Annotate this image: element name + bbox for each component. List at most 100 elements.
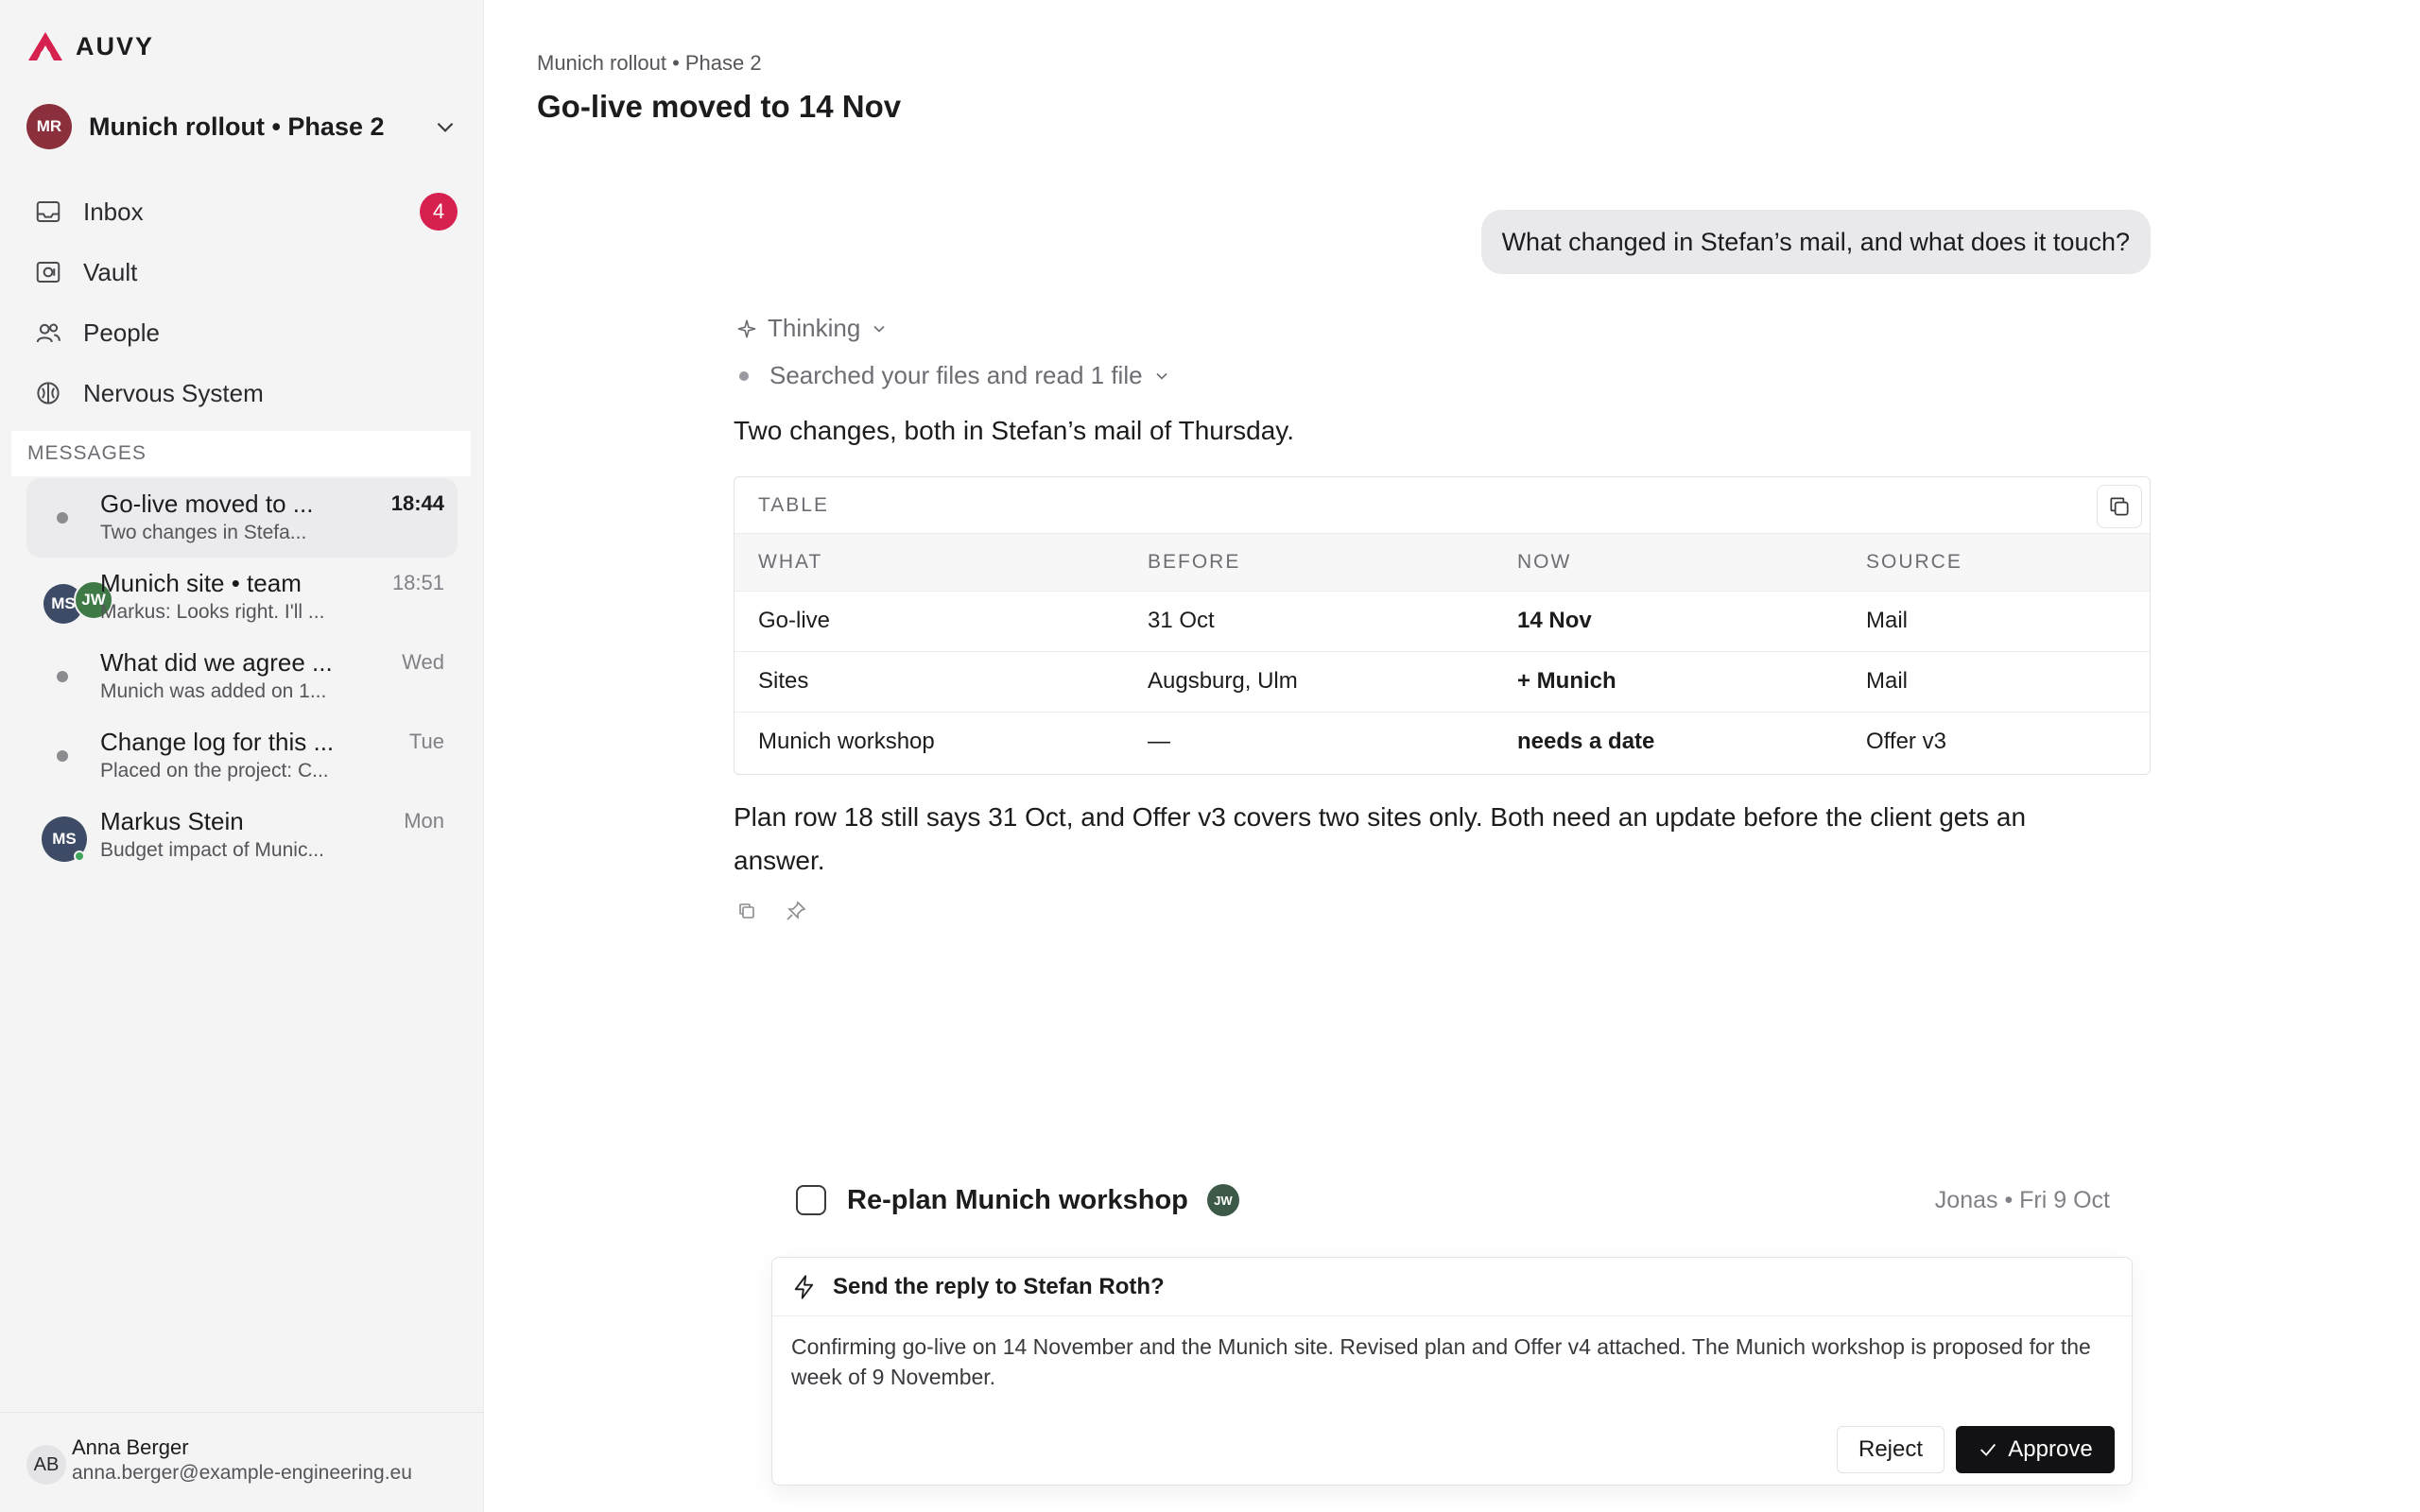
reject-button[interactable]: Reject <box>1837 1426 1945 1473</box>
message-time: Mon <box>404 809 444 833</box>
table-row: Go-live 31 Oct 14 Nov Mail <box>735 591 2150 652</box>
sidebar-item-label: Nervous System <box>83 378 264 407</box>
project-name: Munich rollout • Phase 2 <box>89 112 385 141</box>
current-user[interactable]: AB Anna Berger anna.berger@example-engin… <box>0 1412 484 1512</box>
task-item: Re-plan Munich workshop JW Jonas • Fri 9… <box>796 1174 2110 1227</box>
step-dot <box>739 370 749 381</box>
table-cell: Mail <box>1866 591 2150 652</box>
table-cell: Munich workshop <box>758 729 935 755</box>
inbox-icon <box>36 201 60 222</box>
sidebar: AUVY MR Munich rollout • Phase 2 Inbox 4… <box>0 0 484 1512</box>
column-header: SOURCE <box>1866 534 2150 592</box>
message-preview: Two changes in Stefa... <box>100 522 307 543</box>
breadcrumb[interactable]: Munich rollout • Phase 2 <box>537 51 762 76</box>
approval-card: Send the reply to Stefan Roth? Confirmin… <box>771 1257 2133 1486</box>
table-cell: + Munich <box>1517 651 1866 713</box>
message-preview: Markus: Looks right. I'll ... <box>100 601 325 623</box>
sparkle-icon <box>737 319 756 337</box>
table-cell: Offer v3 <box>1866 729 1946 755</box>
user-message-bubble: What changed in Stefan’s mail, and what … <box>1480 210 2151 274</box>
sidebar-item-inbox[interactable]: Inbox 4 <box>34 181 458 242</box>
page-title: Go-live moved to 14 Nov <box>537 89 902 124</box>
task-checkbox[interactable] <box>796 1185 826 1215</box>
answer-intro: Two changes, both in Stefan’s mail of Th… <box>734 416 1295 445</box>
message-preview: Budget impact of Munic... <box>100 839 324 861</box>
approval-body: Confirming go-live on 14 November and th… <box>791 1334 2091 1389</box>
message-item[interactable]: What did we agree ... Munich was added o… <box>26 637 458 716</box>
project-switcher[interactable]: MR Munich rollout • Phase 2 <box>26 102 458 151</box>
table-cell: — <box>1148 729 1170 755</box>
message-item[interactable]: Change log for this ... Placed on the pr… <box>26 716 458 796</box>
copy-table-button[interactable] <box>2097 485 2142 528</box>
column-header: BEFORE <box>1148 534 1517 592</box>
copy-icon <box>2110 497 2129 516</box>
assignee-avatar: JW <box>1206 1184 1239 1216</box>
approval-header: Send the reply to Stefan Roth? <box>772 1258 2132 1316</box>
message-title: Munich site • team <box>100 569 302 597</box>
message-item[interactable]: MS Markus Stein Budget impact of Munic..… <box>26 796 458 875</box>
message-time: 18:44 <box>390 491 444 515</box>
table-caption: TABLE <box>735 477 2150 534</box>
message-item[interactable]: Go-live moved to ... Two changes in Stef… <box>26 478 458 558</box>
search-step-toggle[interactable]: Searched your files and read 1 file <box>739 361 1171 390</box>
brand[interactable]: AUVY <box>26 30 154 62</box>
chevron-down-icon[interactable] <box>433 114 458 139</box>
vault-icon <box>36 262 60 283</box>
user-avatar: AB <box>26 1445 66 1485</box>
message-title: What did we agree ... <box>100 648 333 677</box>
auvy-logo-icon <box>28 32 62 60</box>
message-list: Go-live moved to ... Two changes in Stef… <box>26 478 458 875</box>
user-name: Anna Berger <box>72 1435 189 1459</box>
approval-title: Send the reply to Stefan Roth? <box>833 1273 1165 1299</box>
table-cell: Mail <box>1866 651 2150 713</box>
column-header: NOW <box>1517 534 1866 592</box>
table-cell: 14 Nov <box>1517 591 1866 652</box>
table-cell: needs a date <box>1517 729 1655 755</box>
sidebar-item-nervous-system[interactable]: Nervous System <box>34 363 458 423</box>
table-cell: Go-live <box>735 591 1148 652</box>
sidebar-item-label: People <box>83 318 160 347</box>
search-step-label: Searched your files and read 1 file <box>769 361 1143 389</box>
column-header: WHAT <box>735 534 1148 592</box>
table-cell: Sites <box>735 651 1148 713</box>
unread-dot <box>57 750 68 762</box>
table-caption-label: TABLE <box>758 493 829 516</box>
sidebar-item-people[interactable]: People <box>34 302 458 363</box>
message-preview: Munich was added on 1... <box>100 680 327 702</box>
people-icon <box>36 323 60 343</box>
sidebar-item-vault[interactable]: Vault <box>34 242 458 302</box>
task-title: Re-plan Munich workshop <box>847 1184 1188 1215</box>
sidebar-nav: Inbox 4 Vault People Nervous System <box>34 181 458 423</box>
changes-table: TABLE WHAT BEFORE NOW SOURCE Go-live 31 … <box>734 476 2151 775</box>
sidebar-item-label: Vault <box>83 257 138 286</box>
thinking-label: Thinking <box>768 314 861 342</box>
chevron-down-icon <box>1155 372 1167 380</box>
table-row: Sites Augsburg, Ulm + Munich Mail <box>735 651 2150 713</box>
copy-icon[interactable] <box>735 900 758 922</box>
brain-icon <box>37 382 60 404</box>
table-cell: Augsburg, Ulm <box>1148 651 1517 713</box>
project-avatar: MR <box>26 104 72 149</box>
unread-dot <box>57 671 68 682</box>
message-title: Change log for this ... <box>100 728 335 756</box>
inbox-count-badge: 4 <box>420 193 458 231</box>
message-title: Go-live moved to ... <box>100 490 314 518</box>
thinking-toggle[interactable]: Thinking <box>735 314 889 343</box>
approve-label: Approve <box>2008 1436 2093 1462</box>
user-email: anna.berger@example-engineering.eu <box>72 1462 412 1484</box>
answer-body: Plan row 18 still says 31 Oct, and Offer… <box>734 802 2027 875</box>
message-preview: Placed on the project: C... <box>100 760 329 782</box>
task-meta: Jonas • Fri 9 Oct <box>1934 1186 2110 1213</box>
brand-name: AUVY <box>76 31 155 60</box>
message-item[interactable]: MS JW Munich site • team Markus: Looks r… <box>26 558 458 637</box>
message-time: Tue <box>408 730 444 753</box>
table-header-row: WHAT BEFORE NOW SOURCE <box>735 534 2150 592</box>
answer-actions <box>735 900 807 922</box>
check-icon <box>1980 1443 1996 1456</box>
approve-button[interactable]: Approve <box>1956 1426 2115 1473</box>
sidebar-item-label: Inbox <box>83 197 144 226</box>
lightning-icon <box>794 1274 814 1299</box>
table-cell: 31 Oct <box>1148 591 1517 652</box>
message-title: Markus Stein <box>100 807 244 835</box>
pin-icon[interactable] <box>785 900 807 922</box>
